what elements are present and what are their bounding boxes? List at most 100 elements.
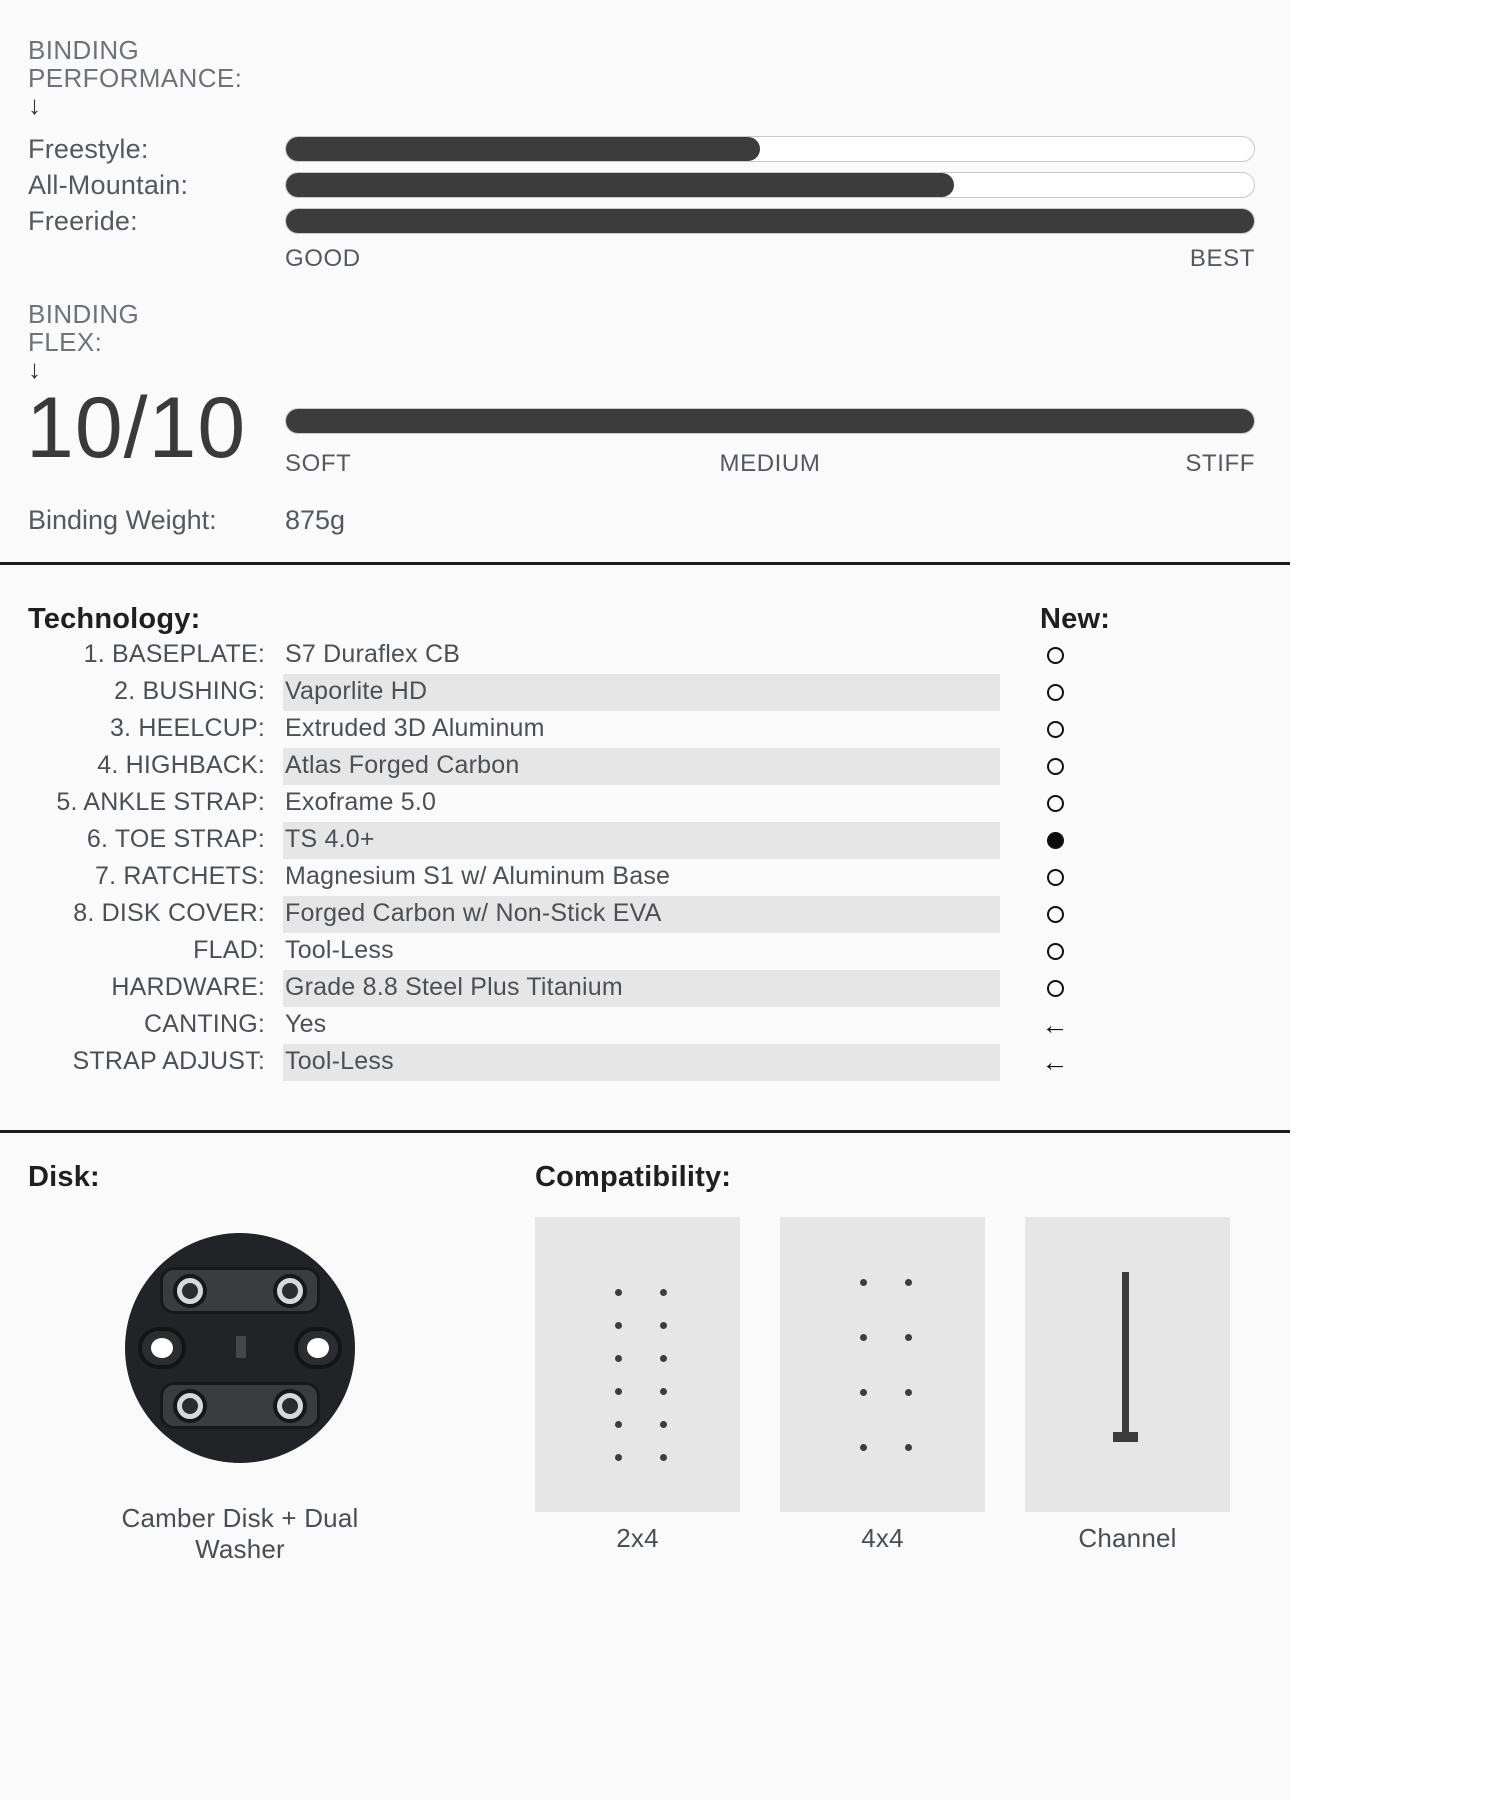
compat-label-2x4: 2x4 (616, 1523, 659, 1553)
mount-hole-dot (860, 1444, 867, 1451)
flex-scale-soft: SOFT (285, 450, 352, 477)
mount-hole-dot (615, 1322, 622, 1329)
empty-circle-icon (1030, 785, 1080, 822)
tech-row: 2. BUSHING: Vaporlite HD (0, 674, 1290, 711)
tech-row: 8. DISK COVER: Forged Carbon w/ Non-Stick… (0, 896, 1290, 933)
mount-hole-dot (905, 1389, 912, 1396)
perf-label-freeride: Freeride: (28, 206, 138, 236)
circle-glyph (1046, 943, 1064, 960)
disk-hole-left (138, 1327, 186, 1369)
mount-hole-dot (660, 1289, 667, 1296)
channel-slot-icon (1122, 1272, 1129, 1437)
disk-caption: Camber Disk + Dual Washer (121, 1503, 359, 1564)
tech-row: 5. ANKLE STRAP: Exoframe 5.0 (0, 785, 1290, 822)
mount-hole-dot (660, 1421, 667, 1428)
circle-glyph (1046, 869, 1064, 886)
tech-row: 4. HIGHBACK: Atlas Forged Carbon (0, 748, 1290, 785)
binding-performance-heading: BINDING PERFORMANCE: (28, 35, 243, 93)
empty-circle-icon (1030, 674, 1080, 711)
tech-row-key: 2. BUSHING: (114, 677, 265, 705)
tech-row: 1. BASEPLATE: S7 Duraflex CB (0, 637, 1290, 674)
compatibility-title: Compatibility: (535, 1161, 732, 1193)
left-arrow-icon: ← (1030, 1044, 1080, 1081)
disk-washer-tl (173, 1274, 207, 1308)
tech-row-key: 5. ANKLE STRAP: (56, 788, 265, 816)
mount-hole-dot (860, 1389, 867, 1396)
circle-glyph (1046, 980, 1064, 997)
tech-row-key: 7. RATCHETS: (94, 862, 265, 890)
disk-hole-right (294, 1327, 342, 1369)
perf-label-freestyle: Freestyle: (28, 134, 149, 164)
technology-section: Technology: New: 1. BASEPLATE: S7 Durafle… (0, 565, 1290, 1130)
mount-hole-dot (660, 1355, 667, 1362)
mount-hole-dot (615, 1355, 622, 1362)
compat-label-channel: Channel (1078, 1523, 1177, 1553)
disk-washer-tr (273, 1274, 307, 1308)
mount-hole-dot (615, 1289, 622, 1296)
circle-glyph (1046, 758, 1064, 775)
hole-pattern-2x4 (535, 1217, 740, 1512)
disk-image (125, 1233, 355, 1463)
perf-bar-freeride (285, 208, 1255, 234)
compat-label-4x4: 4x4 (861, 1523, 904, 1553)
mount-hole-dot (905, 1444, 912, 1451)
mount-hole-dot (615, 1388, 622, 1395)
binding-weight-value: 875g (285, 505, 346, 535)
mount-hole-dot (860, 1279, 867, 1286)
perf-bar-freestyle (285, 136, 1255, 162)
perf-bar-fill-all-mountain (286, 173, 954, 197)
circle-glyph (1046, 684, 1064, 701)
binding-weight-label: Binding Weight: (28, 505, 217, 535)
tech-row: HARDWARE: Grade 8.8 Steel Plus Titanium (0, 970, 1290, 1007)
compat-card-2x4[interactable] (535, 1217, 740, 1512)
tech-row: 3. HEELCUP: Extruded 3D Aluminum (0, 711, 1290, 748)
left-arrow-glyph: ← (1041, 1047, 1069, 1077)
technology-title: Technology: (28, 603, 201, 635)
empty-circle-icon (1030, 711, 1080, 748)
tech-row: STRAP ADJUST: Tool-Less ← (0, 1044, 1290, 1081)
mount-hole-dot (905, 1334, 912, 1341)
mount-hole-dot (660, 1322, 667, 1329)
compat-card-4x4[interactable] (780, 1217, 985, 1512)
filled-circle-icon (1030, 822, 1080, 859)
disk-title: Disk: (28, 1161, 100, 1193)
tech-row-key: 3. HEELCUP: (109, 714, 265, 742)
circle-glyph (1046, 906, 1064, 923)
mount-hole-dot (660, 1454, 667, 1461)
binding-flex-rating: 10/10 (26, 380, 247, 476)
flex-scale-stiff: STIFF (1185, 450, 1255, 477)
channel-slot-foot (1113, 1432, 1138, 1442)
perf-scale-good: GOOD (285, 245, 361, 272)
perf-scale-best: BEST (1189, 245, 1255, 272)
tech-row-value: Atlas Forged Carbon (285, 751, 520, 779)
empty-circle-icon (1030, 859, 1080, 896)
down-arrow-icon-flex: ↓ (28, 354, 41, 384)
disk-compatibility-section: Disk: Compatibility: Camber Disk + Dual … (0, 1133, 1290, 1800)
empty-circle-icon (1030, 970, 1080, 1007)
tech-row-stripe (283, 1007, 1000, 1044)
perf-bar-fill-freestyle (286, 137, 761, 161)
disk-center-mark (236, 1336, 246, 1358)
compat-card-channel[interactable] (1025, 1217, 1230, 1512)
tech-row-value: Forged Carbon w/ Non-Stick EVA (285, 899, 662, 927)
mount-hole-dot (660, 1388, 667, 1395)
page-right-margin (1290, 0, 1500, 1800)
left-arrow-icon: ← (1030, 1007, 1080, 1044)
perf-bar-all-mountain (285, 172, 1255, 198)
spec-sheet-page: BINDING PERFORMANCE: ↓ Freestyle: All-Mo… (0, 0, 1290, 1800)
disk-washer-br (273, 1389, 307, 1423)
new-column-title: New: (1040, 603, 1111, 635)
tech-row-value: Tool-Less (285, 936, 394, 964)
tech-row-key: 4. HIGHBACK: (97, 751, 265, 779)
tech-row-value: Extruded 3D Aluminum (285, 714, 545, 742)
flex-bar (285, 408, 1255, 434)
mount-hole-dot (615, 1421, 622, 1428)
empty-circle-icon (1030, 933, 1080, 970)
tech-row: CANTING: Yes ← (0, 1007, 1290, 1044)
tech-row-value: Magnesium S1 w/ Aluminum Base (285, 862, 671, 890)
perf-bar-fill-freeride (286, 209, 1254, 233)
tech-row: 6. TOE STRAP: TS 4.0+ (0, 822, 1290, 859)
flex-scale-medium: MEDIUM (719, 450, 821, 477)
circle-glyph (1046, 832, 1064, 849)
mount-hole-dot (615, 1454, 622, 1461)
